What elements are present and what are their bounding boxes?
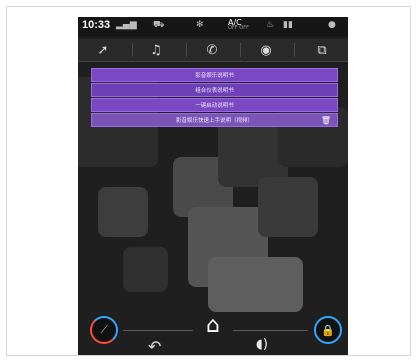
phone-icon: ✆ [206,42,218,58]
ac-sub-label: OFF OFF [228,25,249,31]
menu-item-label: 一键启动说明书 [195,103,234,109]
lock-icon: 🔒 [321,323,335,337]
volume-button[interactable]: ◖) [256,337,268,352]
battery-icon: ▮▮ [283,20,293,30]
menu-item-infotainment-manual[interactable]: 影音娱乐说明书 [91,68,338,82]
menu-item-quickstart-video[interactable]: 影音娱乐快速上手说明（视频） 🗑 [91,113,338,127]
menu-item-cluster-manual[interactable]: 组合仪表说明书 [91,83,338,97]
left-gauge-button[interactable]: ⟋ [90,316,118,344]
radio-antenna-icon: ◉ [260,42,272,58]
ac-status: A/C OFF OFF [228,18,249,31]
folder-icon: ⧉ [317,42,327,58]
menu-item-label: 影音娱乐快速上手说明（视频） [175,118,253,124]
nav-navigation[interactable]: ➚ [83,39,123,61]
menu-item-label: 影音娱乐说明书 [195,73,234,79]
nav-divider [294,43,295,57]
nav-divider [186,43,187,57]
car-icon: ⛟ [153,20,165,30]
menu-item-label: 组合仪表说明书 [195,88,234,94]
background-tile [258,177,318,237]
trash-icon[interactable]: 🗑 [321,116,331,125]
speaker-icon: ◖) [256,337,268,352]
back-arrow-icon: ↶ [148,337,162,355]
bottom-bar: ⟋ ⌂ ↶ ◖) 🔒 [78,309,348,355]
bottom-divider-line [123,330,193,331]
seat-icon: ⟋ [100,324,108,336]
background-tile [123,247,168,292]
top-nav-bar: ➚ ♫ ✆ ◉ ⧉ [78,39,348,62]
nav-divider [240,43,241,57]
nav-phone[interactable]: ✆ [192,39,232,61]
home-button[interactable]: ⌂ [198,312,228,338]
fan-icon: ✻ [196,20,204,30]
signal-icon: ▂▄▆ [116,20,137,30]
bottom-divider-line [233,330,308,331]
nav-divider [132,43,133,57]
status-bar: 10:33 ▂▄▆ ⛟ ✻ A/C OFF OFF ♨ ▮▮ ● [78,17,348,37]
background-tile [98,187,148,237]
right-gauge-button[interactable]: 🔒 [314,316,342,344]
menu-item-keyless-start-manual[interactable]: 一键启动说明书 [91,98,338,112]
music-note-icon: ♫ [150,42,162,58]
seat-heat-icon: ♨ [266,20,275,30]
clock-time: 10:33 [82,19,111,31]
home-icon: ⌂ [206,312,220,338]
manual-menu: 影音娱乐说明书 组合仪表说明书 一键启动说明书 影音娱乐快速上手说明（视频） 🗑 [91,68,338,128]
navigation-arrow-icon: ➚ [97,42,109,58]
nav-apps[interactable]: ⧉ [302,39,342,61]
head-unit-screen: 10:33 ▂▄▆ ⛟ ✻ A/C OFF OFF ♨ ▮▮ ● ➚ ♫ ✆ ◉… [78,17,348,355]
nav-music[interactable]: ♫ [136,39,176,61]
back-button[interactable]: ↶ [148,337,161,355]
background-tile [208,257,303,312]
settings-dot-icon: ● [328,20,336,30]
nav-radio[interactable]: ◉ [246,39,286,61]
